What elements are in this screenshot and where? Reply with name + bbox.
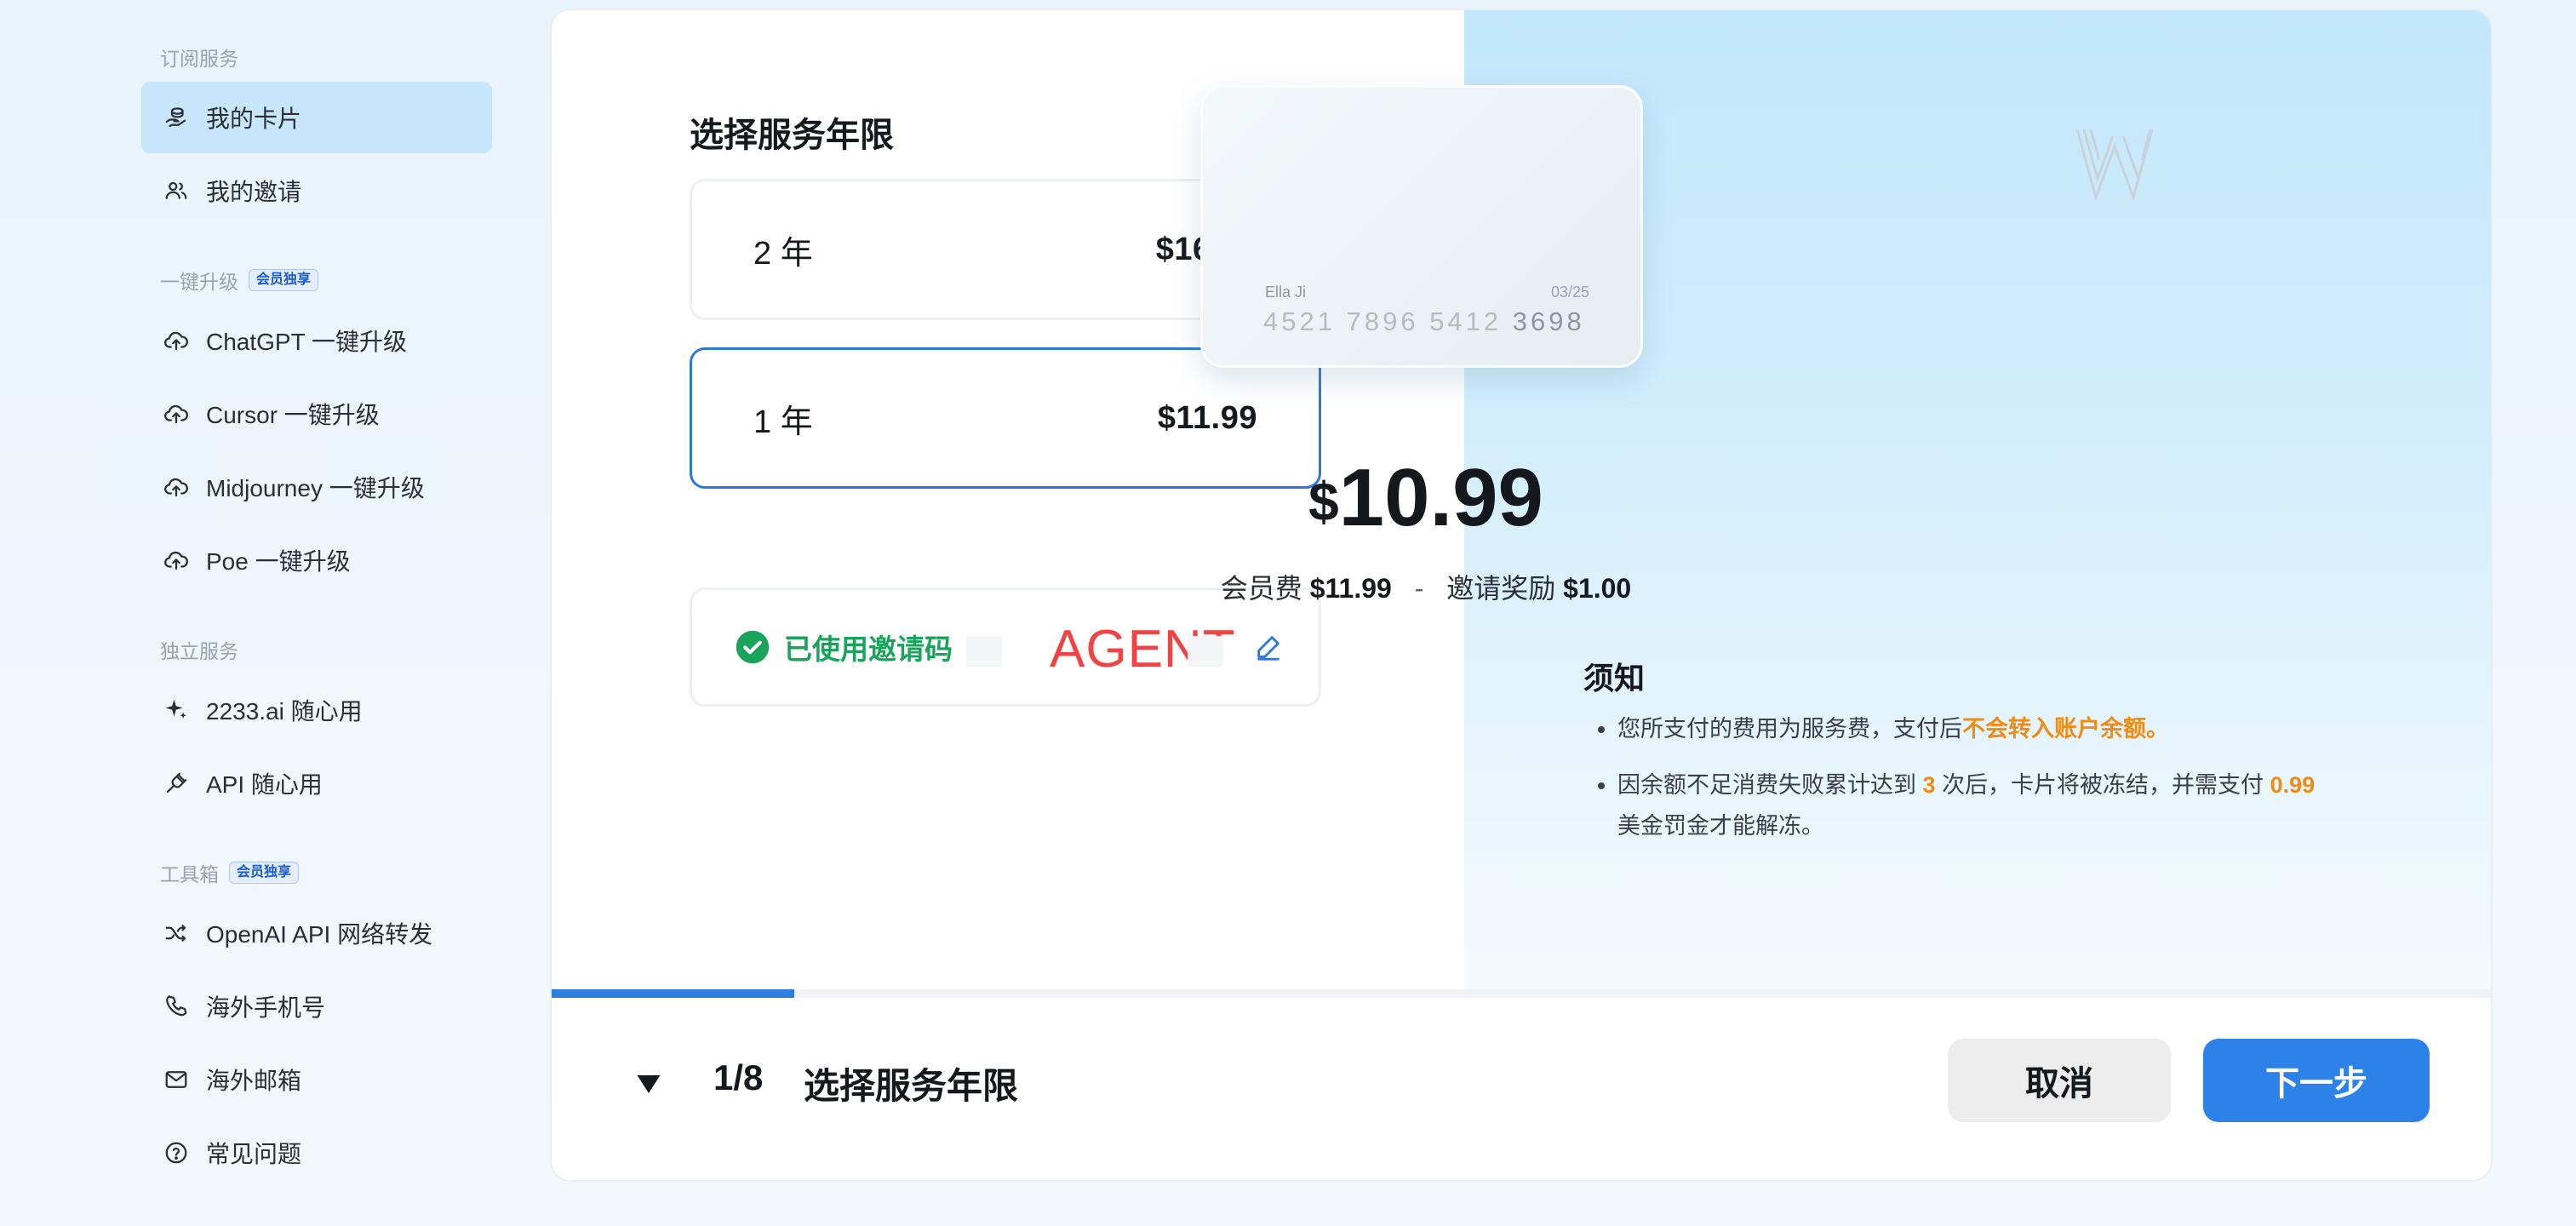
check-circle-icon	[736, 630, 770, 664]
card-expiry: 03/25	[1551, 284, 1590, 301]
edit-pencil-icon[interactable]	[1254, 633, 1283, 662]
membership-fee: $11.99	[1309, 573, 1392, 604]
sidebar-item-overseas-email[interactable]: 海外邮箱	[141, 1044, 492, 1115]
plan-option-label: 2 年	[753, 235, 813, 272]
sidebar-item-midjourney-upgrade[interactable]: Midjourney 一键升级	[141, 451, 492, 523]
member-exclusive-badge: 会员独享	[229, 862, 300, 884]
notice-title: 须知	[1583, 661, 1646, 696]
mail-icon	[162, 1065, 191, 1094]
cloud-upload-icon	[162, 326, 191, 355]
cloud-upload-icon	[162, 546, 191, 575]
member-exclusive-badge: 会员独享	[249, 269, 319, 291]
plan-option-price: $11.99	[1157, 399, 1257, 436]
sidebar-item-overseas-phone[interactable]: 海外手机号	[141, 971, 492, 1042]
sidebar-item-chatgpt-upgrade[interactable]: ChatGPT 一键升级	[141, 305, 492, 376]
sidebar-item-cursor-upgrade[interactable]: Cursor 一键升级	[141, 378, 492, 450]
sidebar-item-openai-forwarding[interactable]: OpenAI API 网络转发	[141, 897, 492, 969]
card-hand-icon	[162, 103, 191, 132]
next-step-button[interactable]: 下一步	[2203, 1039, 2430, 1122]
sidebar-section-subscription: 订阅服务	[160, 48, 238, 70]
w-logo-icon	[2075, 129, 2154, 202]
sidebar-item-api[interactable]: API 随心用	[141, 748, 492, 819]
dialog-footer: 1/8 选择服务年限 取消 下一步	[552, 998, 2491, 1180]
plug-icon	[162, 769, 191, 798]
cloud-upload-icon	[162, 473, 191, 501]
total-amount: 10.99	[1338, 452, 1543, 543]
step-counter: 1/8	[713, 1057, 764, 1097]
currency-symbol: $	[1308, 471, 1339, 532]
card-number: 4521 7896 5412 3698	[1263, 306, 1585, 336]
step-title: 选择服务年限	[804, 1066, 1019, 1106]
phone-icon	[162, 992, 191, 1021]
help-icon	[162, 1138, 191, 1167]
notice-list: 您所支付的费用为服务费，支付后不会转入账户余额。 因余额不足消费失败累计达到 3…	[1592, 708, 2401, 862]
users-icon	[162, 176, 191, 205]
cancel-button[interactable]: 取消	[1948, 1039, 2171, 1122]
plan-title: 选择服务年限	[690, 117, 894, 154]
plan-option-label: 1 年	[753, 404, 813, 440]
total-price: $10.99	[913, 451, 1939, 545]
card-holder-name: Ella Ji	[1265, 284, 1307, 301]
fee-breakdown: 会员费 $11.99 - 邀请奖励 $1.00	[1220, 573, 1632, 604]
sidebar-section-standalone: 独立服务	[160, 640, 238, 662]
notice-item: 因余额不足消费失败累计达到 3 次后，卡片将被冻结，并需支付 0.99 美金罚金…	[1617, 765, 2401, 846]
cloud-upload-icon	[162, 399, 191, 428]
sidebar-item-faq[interactable]: 常见问题	[141, 1117, 492, 1189]
masked-code-segment	[966, 636, 1002, 667]
sidebar-section-upgrade: 一键升级 会员独享	[160, 266, 319, 295]
triangle-down-icon[interactable]	[633, 1068, 664, 1098]
progress-bar-fill	[552, 989, 794, 998]
sidebar-item-poe-upgrade[interactable]: Poe 一键升级	[141, 524, 492, 596]
masked-code-segment	[1188, 636, 1223, 667]
notice-item: 您所支付的费用为服务费，支付后不会转入账户余额。	[1617, 708, 2401, 749]
sidebar-item-2233ai[interactable]: 2233.ai 随心用	[141, 674, 492, 746]
shuffle-icon	[162, 919, 191, 948]
sidebar-item-my-cards[interactable]: 我的卡片	[141, 82, 492, 153]
sidebar-section-toolbox: 工具箱 会员独享	[160, 858, 300, 887]
invite-code-status: 已使用邀请码	[784, 633, 953, 665]
progress-bar	[552, 989, 2491, 998]
sparkle-icon	[162, 696, 191, 725]
sidebar-item-my-invites[interactable]: 我的邀请	[141, 155, 492, 226]
invite-reward: $1.00	[1563, 573, 1632, 604]
